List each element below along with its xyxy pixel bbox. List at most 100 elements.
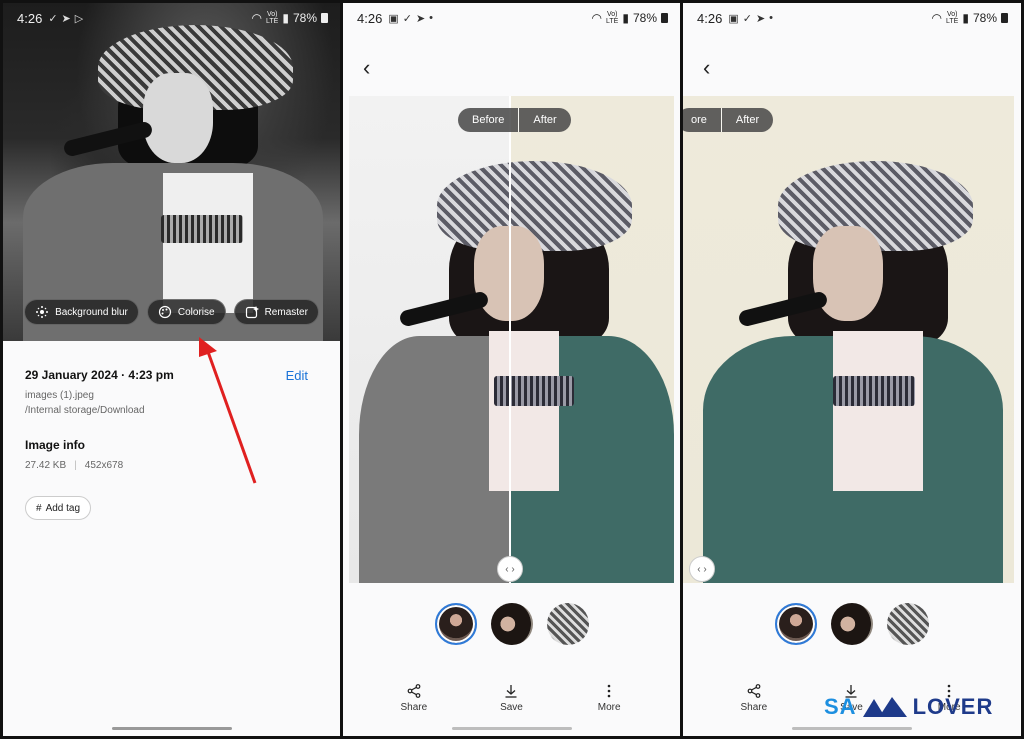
suggestion-chips: Background blur Colorise Remaster [3,299,340,325]
image-dimensions: 452x678 [84,460,124,471]
notification-icons: ▣ ✓ ➤ • [728,12,774,25]
figure-bowtie [833,376,915,406]
colorise-result-screen: 4:26 ▣ ✓ ➤ • ◠ Vo) LTE ▮ 78% ‹ ore After ‹ ›… [683,3,1020,736]
status-time: 4:26 [357,10,383,26]
status-bar: 4:26 ▣ ✓ ➤ • ◠ Vo) LTE ▮ 78% [343,3,680,33]
variant-thumb-1[interactable] [434,603,477,645]
remaster-icon [245,306,259,319]
compare-divider [509,96,511,583]
save-label: Save [500,702,523,713]
action-bar: Share Save More [343,683,680,713]
compare-image[interactable] [349,96,674,583]
battery-icon [1001,13,1008,23]
variant-thumbnails [343,603,680,645]
capture-date: 29 January 2024 · 4:23 pm [25,368,174,382]
wifi-icon: ◠ [931,11,943,25]
background-blur-label: Background blur [55,306,128,318]
after-label[interactable]: After [519,108,571,132]
watermark-text-right: LOVER [912,694,994,719]
watermark-logo: SA LOVER [824,694,993,720]
variant-thumb-1[interactable] [774,603,817,645]
share-icon [407,684,421,698]
share-button[interactable]: Share [384,683,444,713]
status-right: ◠ Vo) LTE ▮ 78% [592,11,668,25]
notification-icons: ✓ ➤ ▷ [48,12,84,25]
colorised-image[interactable] [683,96,1014,583]
file-path: /Internal storage/Download [25,405,145,416]
before-label[interactable]: ore [683,108,721,132]
meta-separator: | [74,460,77,471]
gallery-details-screen: 4:26 ✓ ➤ ▷ ◠ Vo) LTE ▮ 78% Background blur [3,3,340,736]
variant-thumbnails [683,603,1020,645]
figure-jacket-before [359,336,510,583]
notification-icons: ▣ ✓ ➤ • [388,12,434,25]
figure-bowtie [494,376,574,406]
wifi-icon: ◠ [591,11,603,25]
background-blur-chip[interactable]: Background blur [24,299,139,325]
annotation-arrow [199,337,257,484]
details-section: 29 January 2024 · 4:23 pm Edit images (1… [25,368,318,471]
battery-icon [661,13,668,23]
photo-bw[interactable]: 4:26 ✓ ➤ ▷ ◠ Vo) LTE ▮ 78% Background blur [3,3,340,341]
battery-percent: 78% [292,11,317,25]
mountain-logo-icon [862,697,907,717]
colorise-label: Colorise [177,306,215,318]
file-size: 27.42 KB [25,460,67,471]
figure-shirt [489,331,559,491]
more-vertical-icon [607,684,611,698]
lte-icon: Vo) LTE [266,11,279,25]
compare-slider-handle[interactable]: ‹ › [497,556,523,582]
palette-icon [158,305,171,319]
wifi-icon: ◠ [251,11,263,25]
after-label[interactable]: After [721,108,774,132]
save-button[interactable]: Save [481,683,541,713]
colorise-compare-screen: 4:26 ▣ ✓ ➤ • ◠ Vo) LTE ▮ 78% ‹ Before After … [343,3,680,736]
more-button[interactable]: More [579,683,639,713]
battery-percent: 78% [632,11,657,25]
add-tag-label: Add tag [45,502,81,514]
share-icon [747,684,761,698]
status-time: 4:26 [697,10,723,26]
figure-shirt [833,331,923,491]
compare-slider-handle[interactable]: ‹ › [689,556,715,582]
panel-divider-1 [340,0,343,739]
file-name: images (1).jpeg [25,390,94,401]
figure-bowtie [161,215,243,243]
home-indicator[interactable] [451,727,572,730]
remaster-chip[interactable]: Remaster [233,299,319,325]
home-indicator[interactable] [111,727,232,730]
image-info-heading: Image info [25,438,86,452]
share-button[interactable]: Share [724,683,784,713]
more-label: More [597,702,621,713]
edit-link[interactable]: Edit [286,368,308,383]
add-tag-button[interactable]: # Add tag [25,496,92,520]
figure-shirt [163,173,253,313]
signal-icon: ▮ [282,11,289,25]
before-after-toggle: ore After [683,108,774,132]
variant-thumb-2[interactable] [490,603,533,645]
download-icon [505,685,517,698]
figure-face [143,73,213,163]
before-after-toggle: Before After [458,108,571,132]
figure-face [813,226,883,321]
lte-icon: Vo) LTE [606,11,619,25]
variant-thumb-2[interactable] [830,603,873,645]
watermark-text-left: SA [824,694,857,719]
share-label: Share [400,702,428,713]
lte-icon: Vo) LTE [946,11,959,25]
home-indicator[interactable] [791,727,912,730]
signal-icon: ▮ [622,11,629,25]
back-button[interactable]: ‹ [703,57,710,79]
status-right: ◠ Vo) LTE ▮ 78% [252,11,328,25]
variant-thumb-3[interactable] [546,603,589,645]
blur-icon [36,306,49,318]
before-label[interactable]: Before [458,108,519,132]
status-time: 4:26 [17,10,43,26]
share-label: Share [740,702,768,713]
colorise-chip[interactable]: Colorise [146,299,226,325]
hash-icon: # [36,502,42,514]
variant-thumb-3[interactable] [886,603,929,645]
remaster-label: Remaster [264,306,308,318]
back-button[interactable]: ‹ [363,57,370,79]
battery-percent: 78% [972,11,997,25]
